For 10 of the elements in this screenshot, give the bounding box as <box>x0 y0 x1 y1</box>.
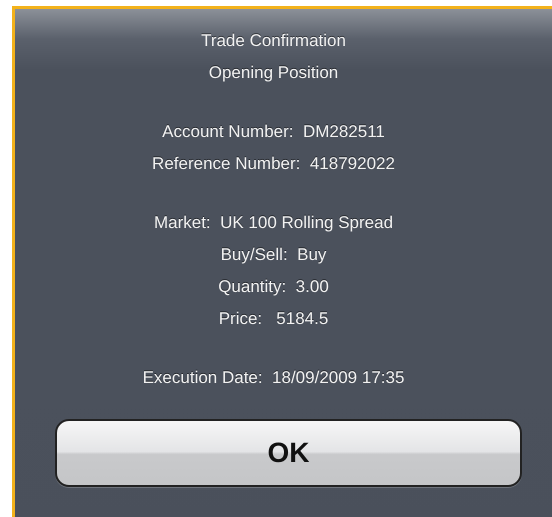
detail-line: Reference Number: 418792022 <box>152 153 395 175</box>
detail-line: Price: 5184.5 <box>218 308 328 330</box>
detail-line: Market: UK 100 Rolling Spread <box>154 212 394 234</box>
alert-title: Trade Confirmation <box>201 30 346 52</box>
ok-button[interactable]: OK <box>55 419 522 487</box>
alert-title: Opening Position <box>208 62 338 84</box>
detail-line: Buy/Sell: Buy <box>220 244 326 266</box>
detail-line: Account Number: DM282511 <box>162 121 385 143</box>
detail-line: Execution Date: 18/09/2009 17:35 <box>142 367 404 389</box>
detail-line: Quantity: 3.00 <box>218 276 329 298</box>
